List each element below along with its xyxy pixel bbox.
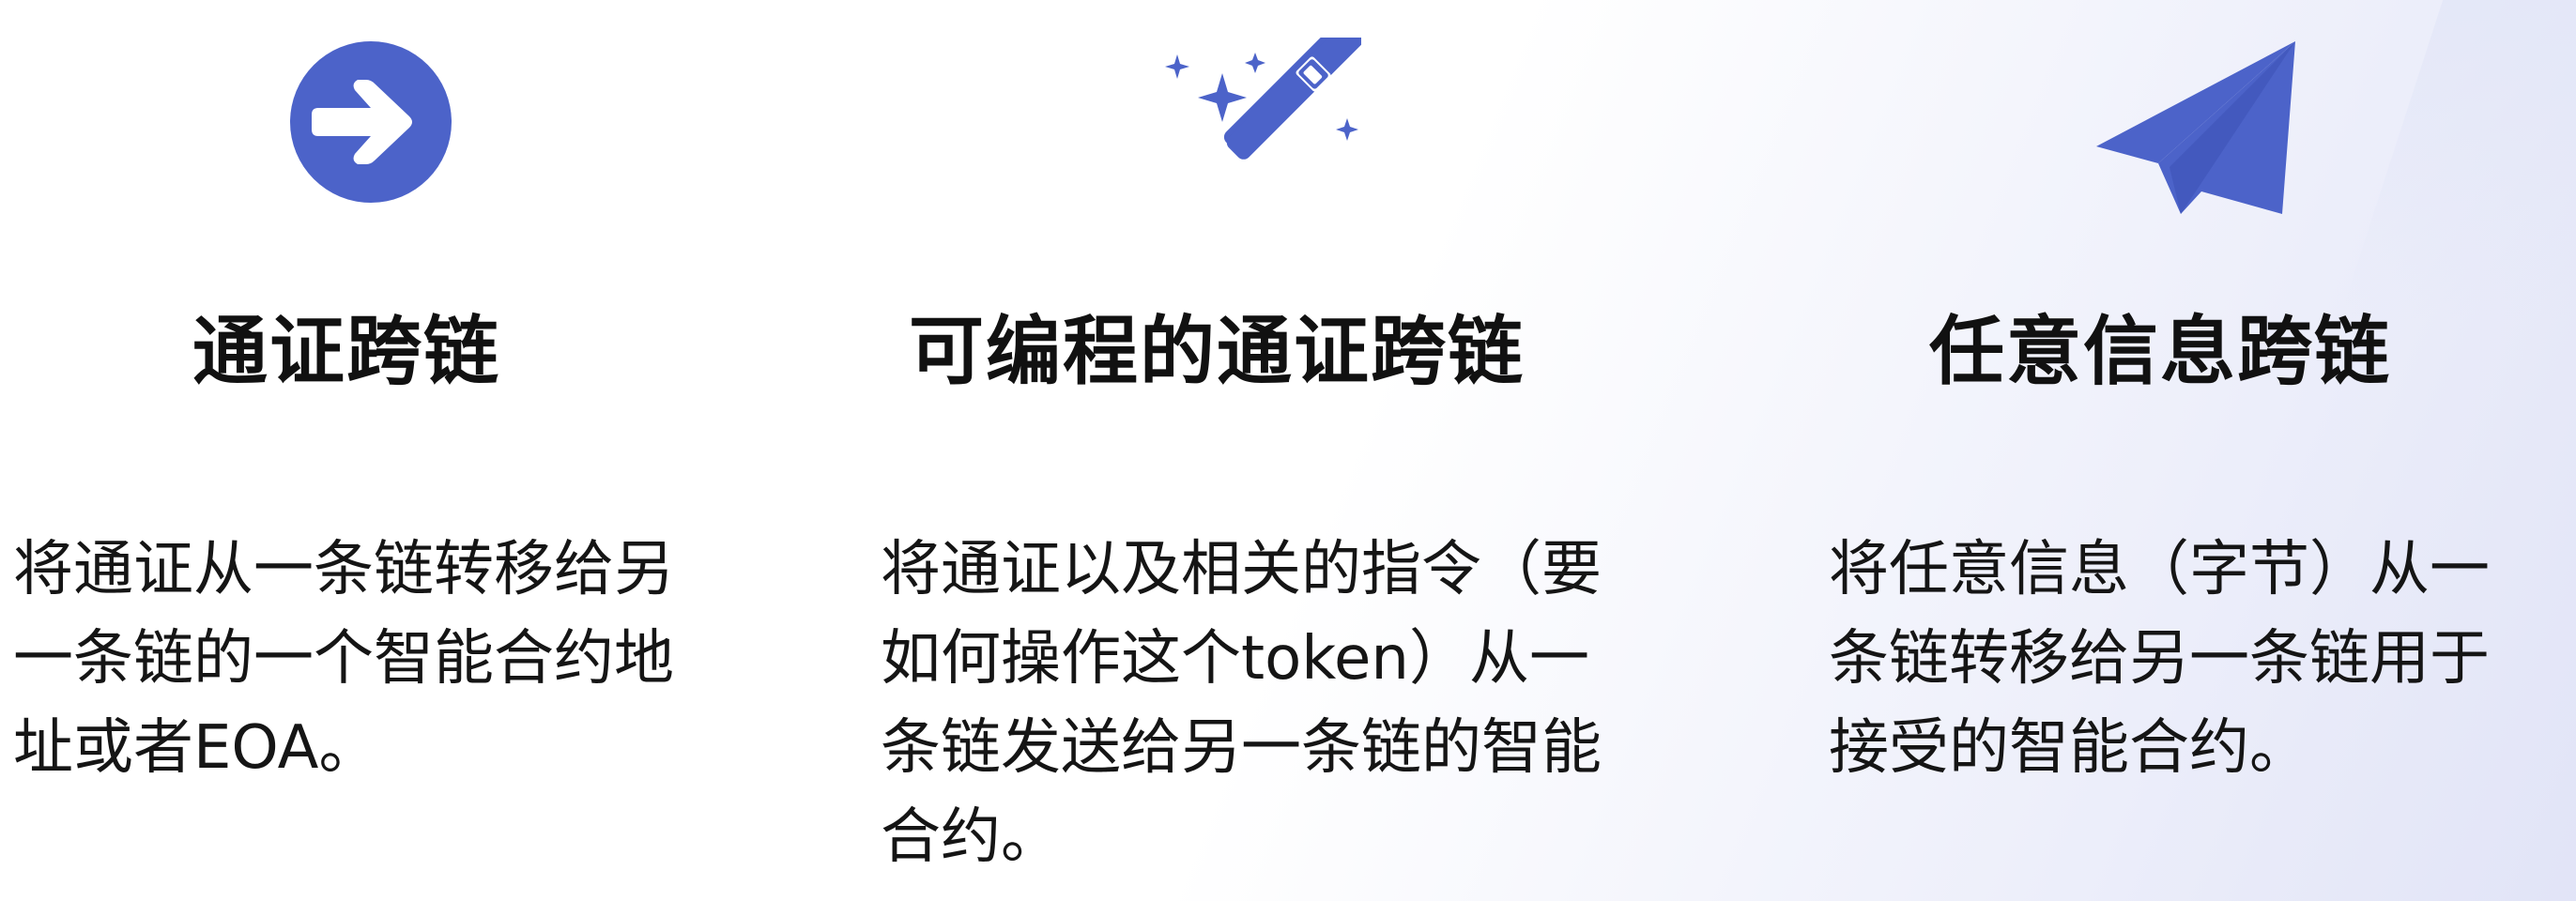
feature-token-crosschain: 通证跨链 将通证从一条链转移给另 一条链的一个智能合约地 址或者EOA。 — [0, 0, 742, 901]
feature-description: 将任意信息（字节）从一 条链转移给另一条链用于 接受的智能合约。 — [1829, 535, 2490, 783]
magic-wand-icon — [1145, 38, 1361, 225]
paper-plane-icon — [2089, 38, 2314, 225]
feature-title: 任意信息跨链 — [1929, 308, 2391, 395]
arrow-right-circle-icon — [286, 38, 455, 206]
feature-programmable-token-crosschain: 可编程的通证跨链 将通证以及相关的指令（要 如何操作这个token）从一 条链发… — [864, 0, 1690, 901]
feature-title: 通证跨链 — [192, 308, 500, 395]
feature-title: 可编程的通证跨链 — [909, 308, 1525, 395]
feature-arbitrary-message-crosschain: 任意信息跨链 将任意信息（字节）从一 条链转移给另一条链用于 接受的智能合约。 — [1812, 0, 2576, 901]
feature-description: 将通证以及相关的指令（要 如何操作这个token）从一 条链发送给另一条链的智能… — [881, 535, 1602, 872]
feature-description: 将通证从一条链转移给另 一条链的一个智能合约地 址或者EOA。 — [13, 535, 674, 783]
